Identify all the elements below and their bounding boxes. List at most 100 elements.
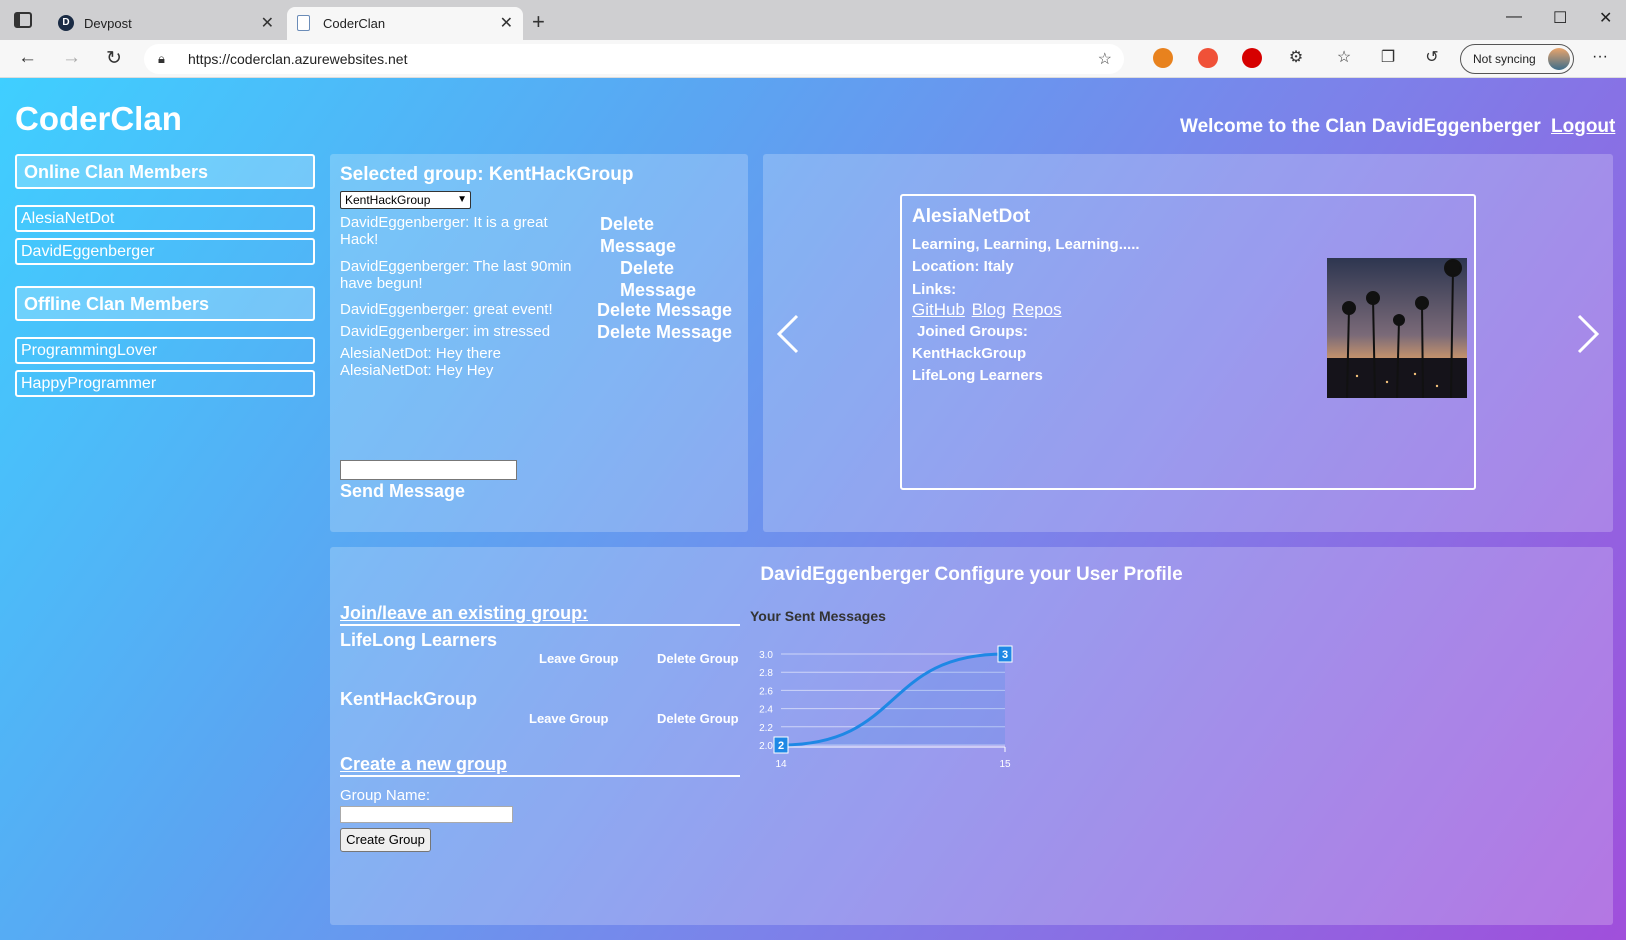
- extensions-icon[interactable]: ⚙: [1286, 48, 1306, 68]
- adblock-icon[interactable]: [1242, 48, 1262, 68]
- member-item[interactable]: HappyProgrammer: [15, 370, 315, 397]
- chevron-right-icon[interactable]: [1575, 314, 1601, 354]
- member-item[interactable]: ProgrammingLover: [15, 337, 315, 364]
- y-tick-label: 2.6: [759, 686, 773, 697]
- message-input[interactable]: [340, 460, 517, 480]
- swift-icon[interactable]: [1198, 48, 1218, 68]
- chat-message: DavidEggenberger: great event!: [340, 301, 553, 318]
- group-name-input[interactable]: [340, 806, 513, 823]
- offline-members-header: Offline Clan Members: [15, 286, 315, 321]
- member-bio: Learning, Learning, Learning.....: [912, 236, 1140, 253]
- url-field[interactable]: 🔒︎ https://coderclan.azurewebsites.net ☆: [144, 44, 1124, 74]
- refresh-icon[interactable]: ↻: [106, 47, 122, 70]
- member-item[interactable]: DavidEggenberger: [15, 238, 315, 265]
- close-icon[interactable]: ✕: [500, 13, 513, 33]
- group-select-value: KentHackGroup: [345, 193, 431, 207]
- delete-message-button[interactable]: Delete Message: [620, 257, 710, 301]
- profile-sync-button[interactable]: Not syncing: [1460, 44, 1574, 74]
- create-group-button[interactable]: Create Group: [340, 828, 431, 852]
- data-label: 3: [1002, 649, 1008, 661]
- favorites-icon[interactable]: ☆: [1334, 48, 1354, 68]
- leave-group-button[interactable]: Leave Group: [529, 711, 608, 726]
- blog-link[interactable]: Blog: [972, 300, 1006, 319]
- avatar: [1548, 48, 1570, 70]
- member-photo: [1327, 258, 1467, 398]
- page: CoderClan Welcome to the Clan DavidEggen…: [0, 78, 1626, 940]
- collections-icon[interactable]: ❐: [1378, 48, 1398, 68]
- back-icon[interactable]: ←: [18, 47, 37, 69]
- delete-group-button[interactable]: Delete Group: [657, 711, 739, 726]
- tab-devpost[interactable]: D Devpost ✕: [48, 7, 284, 40]
- more-icon[interactable]: ···: [1592, 48, 1608, 66]
- github-link[interactable]: GitHub: [912, 300, 965, 319]
- chat-message: DavidEggenberger: The last 90min have be…: [340, 258, 572, 292]
- join-leave-heading: Join/leave an existing group:: [340, 603, 740, 626]
- logout-link[interactable]: Logout: [1551, 116, 1615, 138]
- tab-strip: D Devpost ✕ CoderClan ✕ + — ☐ ✕: [0, 0, 1626, 40]
- welcome-text: Welcome to the Clan DavidEggenberger: [1180, 116, 1541, 137]
- tab-title: CoderClan: [323, 16, 386, 31]
- joined-group: LifeLong Learners: [912, 367, 1043, 384]
- minimize-icon[interactable]: —: [1506, 8, 1522, 26]
- leave-group-button[interactable]: Leave Group: [539, 651, 618, 666]
- member-carousel: AlesiaNetDot Learning, Learning, Learnin…: [763, 154, 1613, 532]
- maximize-icon[interactable]: ☐: [1553, 8, 1567, 28]
- brand-title: CoderClan: [15, 100, 182, 137]
- x-tick-label: 14: [775, 759, 787, 770]
- url-text: https://coderclan.azurewebsites.net: [188, 51, 408, 67]
- delete-message-button[interactable]: Delete Message: [597, 321, 732, 343]
- y-tick-label: 2.0: [759, 741, 773, 752]
- member-location: Location: Italy: [912, 258, 1014, 275]
- chart-title: Your Sent Messages: [750, 608, 886, 624]
- group-name: LifeLong Learners: [340, 630, 498, 650]
- links-label: Links:: [912, 281, 957, 298]
- chevron-down-icon: ▼: [457, 194, 467, 205]
- sent-messages-chart: 2.0 2.2 2.4 2.6 2.8 3.0 14 15 2 3: [759, 645, 1013, 770]
- window-close-icon[interactable]: ✕: [1599, 8, 1612, 28]
- y-tick-label: 2.4: [759, 705, 773, 716]
- chat-message: AlesiaNetDot: Hey Hey: [340, 362, 494, 379]
- chat-message: DavidEggenberger: It is a great Hack!: [340, 214, 548, 248]
- forward-icon[interactable]: →: [62, 47, 81, 69]
- metamask-icon[interactable]: [1153, 48, 1173, 68]
- chat-message: AlesiaNetDot: Hey there: [340, 345, 501, 362]
- delete-group-button[interactable]: Delete Group: [657, 651, 739, 666]
- profile-title: DavidEggenberger Configure your User Pro…: [760, 564, 1183, 585]
- group-select[interactable]: KentHackGroup ▼: [340, 191, 471, 209]
- history-icon[interactable]: ↺: [1422, 48, 1442, 68]
- tab-actions-icon[interactable]: [14, 12, 32, 28]
- create-group-heading: Create a new group: [340, 754, 740, 777]
- chevron-left-icon[interactable]: [775, 314, 801, 354]
- x-tick-label: 15: [999, 759, 1011, 770]
- chat-title: Selected group: KentHackGroup: [340, 164, 634, 185]
- member-links: GitHub Blog Repos: [912, 300, 1064, 320]
- data-label: 2: [778, 740, 784, 752]
- chat-message: DavidEggenberger: im stressed: [340, 323, 551, 340]
- tab-title: Devpost: [84, 16, 132, 31]
- y-tick-label: 3.0: [759, 650, 773, 661]
- member-name: AlesiaNetDot: [912, 206, 1031, 227]
- address-bar: ← → ↻ 🔒︎ https://coderclan.azurewebsites…: [0, 40, 1626, 78]
- profile-panel: DavidEggenberger Configure your User Pro…: [330, 547, 1613, 925]
- joined-groups-label: Joined Groups:: [917, 323, 1028, 340]
- repos-link[interactable]: Repos: [1012, 300, 1061, 319]
- sync-label: Not syncing: [1473, 52, 1536, 66]
- chat-panel: Selected group: KentHackGroup KentHackGr…: [330, 154, 748, 532]
- group-name-label: Group Name:: [340, 787, 431, 804]
- joined-group: KentHackGroup: [912, 345, 1027, 362]
- member-card: AlesiaNetDot Learning, Learning, Learnin…: [900, 194, 1476, 490]
- y-tick-label: 2.8: [759, 668, 773, 679]
- add-favorite-icon[interactable]: ☆: [1098, 49, 1112, 69]
- lock-icon: 🔒︎: [158, 51, 165, 66]
- page-icon: [297, 15, 310, 31]
- send-message-button[interactable]: Send Message: [340, 481, 465, 502]
- tab-coderclan[interactable]: CoderClan ✕: [287, 7, 523, 40]
- close-icon[interactable]: ✕: [261, 13, 274, 33]
- y-tick-label: 2.2: [759, 723, 773, 734]
- devpost-favicon-icon: D: [58, 15, 74, 31]
- delete-message-button[interactable]: Delete Message: [600, 213, 690, 257]
- group-name: KentHackGroup: [340, 689, 478, 709]
- delete-message-button[interactable]: Delete Message: [597, 299, 732, 321]
- new-tab-icon[interactable]: +: [532, 9, 545, 35]
- member-item[interactable]: AlesiaNetDot: [15, 205, 315, 232]
